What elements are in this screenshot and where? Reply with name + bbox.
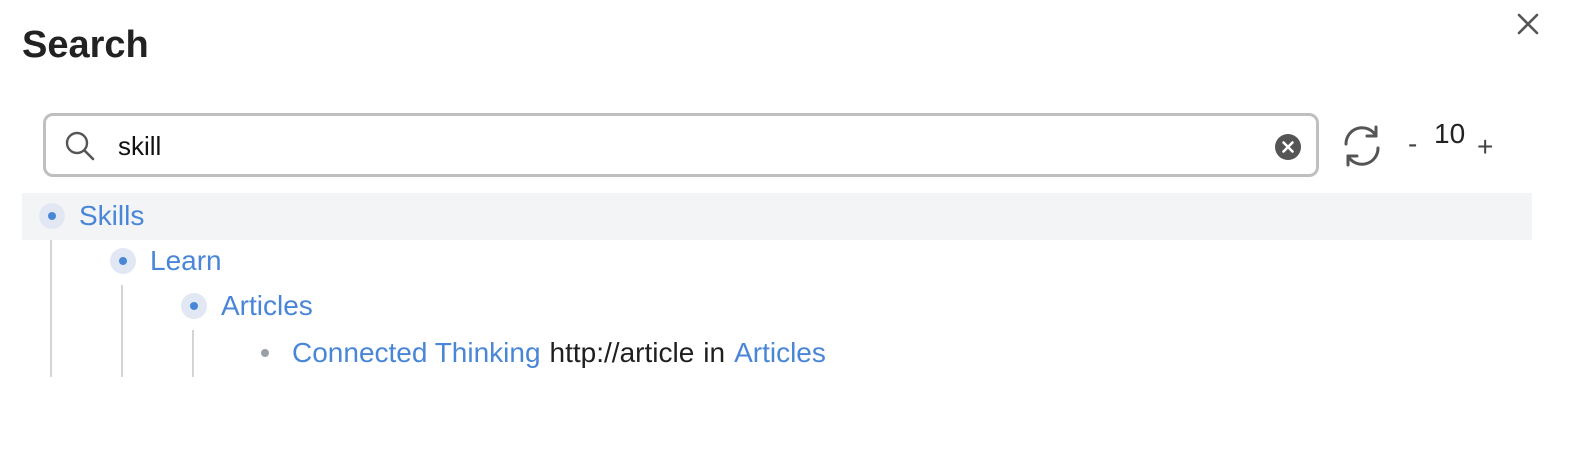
page-title: Search [22,24,149,66]
node-bullet[interactable] [39,203,65,229]
search-input[interactable] [118,126,1258,166]
search-results-tree: Skills Learn Articles Connected Thinking… [22,193,1532,383]
selected-row-highlight [22,193,1532,240]
result-count: 10 [1434,118,1466,149]
refresh-button[interactable] [1338,122,1386,170]
node-bullet[interactable] [110,248,136,274]
result-bullet [252,349,278,357]
search-box [43,113,1319,177]
result-parent-link[interactable]: Articles [734,337,826,369]
clear-search-button[interactable] [1274,133,1302,161]
increase-count-button[interactable]: + [1477,131,1493,163]
decrease-count-button[interactable]: - [1408,128,1417,160]
tree-node-learn: Learn [110,238,222,284]
node-link-learn[interactable]: Learn [150,245,222,277]
node-link-articles[interactable]: Articles [221,290,313,322]
node-link-skills[interactable]: Skills [79,200,144,232]
tree-node-skills: Skills [39,193,144,239]
result-in-label: in [703,337,726,368]
node-bullet[interactable] [181,293,207,319]
result-title-link[interactable]: Connected Thinking [292,337,541,369]
result-url: http://article [549,337,695,368]
search-result-item: Connected Thinking http://article in Art… [252,330,826,376]
tree-guide-line [121,285,123,377]
close-icon [1517,13,1539,35]
tree-node-articles: Articles [181,283,313,329]
close-button[interactable] [1510,6,1546,42]
search-icon [65,131,95,161]
clear-icon [1275,134,1301,160]
tree-guide-line [50,240,52,377]
tree-guide-line [192,330,194,377]
refresh-icon [1344,125,1380,167]
